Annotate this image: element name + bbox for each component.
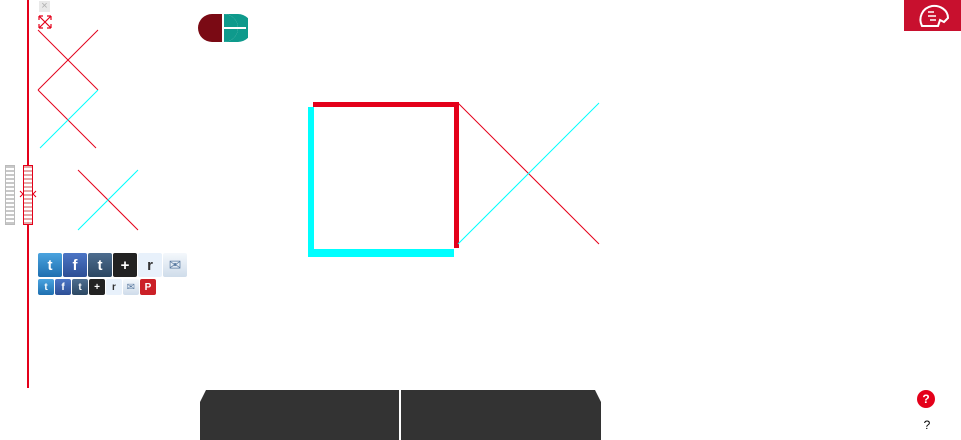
close-icon[interactable]: × bbox=[39, 1, 50, 12]
google-plus-icon[interactable]: + bbox=[89, 279, 105, 295]
red-bar-top bbox=[313, 102, 459, 107]
pinterest-icon[interactable]: P bbox=[140, 279, 156, 295]
canvas-drawing bbox=[37, 29, 600, 257]
resize-arrows-icon bbox=[19, 190, 37, 198]
bottom-left-button[interactable] bbox=[200, 390, 399, 440]
expand-icon[interactable] bbox=[38, 15, 52, 29]
nypl-lion-logo-icon[interactable] bbox=[904, 0, 961, 31]
drag-handle[interactable] bbox=[5, 165, 15, 225]
red-diagonal bbox=[457, 102, 600, 245]
red-diagonal bbox=[37, 89, 97, 149]
bottom-right-button[interactable] bbox=[401, 390, 601, 440]
red-bar-right bbox=[454, 102, 459, 248]
tumblr-icon[interactable]: t bbox=[72, 279, 88, 295]
bottom-button-bar bbox=[200, 390, 601, 440]
reddit-icon[interactable]: r bbox=[106, 279, 122, 295]
share-bar-small: t f t + r ✉ P bbox=[38, 279, 156, 295]
email-icon[interactable]: ✉ bbox=[163, 253, 187, 277]
share-bar-large: t f t + r ✉ bbox=[38, 253, 187, 277]
red-diagonal bbox=[37, 29, 99, 91]
google-plus-icon[interactable]: + bbox=[113, 253, 137, 277]
cyan-diagonal bbox=[39, 89, 99, 149]
help-button[interactable]: ? bbox=[917, 390, 935, 408]
reddit-icon[interactable]: r bbox=[138, 253, 162, 277]
twitter-icon[interactable]: t bbox=[38, 279, 54, 295]
facebook-icon[interactable]: f bbox=[55, 279, 71, 295]
red-diagonal bbox=[77, 169, 139, 231]
tumblr-icon[interactable]: t bbox=[88, 253, 112, 277]
email-icon[interactable]: ✉ bbox=[123, 279, 139, 295]
cyan-bar-bottom bbox=[308, 249, 454, 257]
cyan-diagonal bbox=[77, 169, 139, 231]
cyan-diagonal bbox=[457, 102, 600, 245]
red-diagonal bbox=[37, 29, 99, 91]
facebook-icon[interactable]: f bbox=[63, 253, 87, 277]
help-label: ? bbox=[923, 418, 931, 432]
cyan-bar-left bbox=[308, 107, 314, 257]
twitter-icon[interactable]: t bbox=[38, 253, 62, 277]
brand-logo-icon[interactable] bbox=[198, 12, 248, 44]
